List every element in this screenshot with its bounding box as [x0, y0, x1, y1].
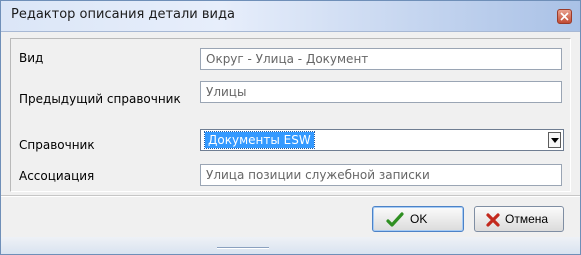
resize-grip[interactable] [217, 247, 269, 248]
editor-window: Редактор описания детали вида Вид Округ … [0, 0, 581, 255]
ref-select-value: Документы ESW [204, 131, 315, 149]
bottom-strip [1, 237, 580, 254]
ref-select[interactable]: Документы ESW [200, 129, 564, 151]
vid-field: Округ - Улица - Документ [200, 48, 562, 70]
prev-ref-field: Улицы [200, 81, 562, 103]
assoc-label: Ассоциация [19, 169, 95, 183]
window-title: Редактор описания детали вида [11, 7, 235, 22]
ref-label: Справочник [19, 138, 95, 152]
vid-label: Вид [19, 51, 44, 65]
close-icon [560, 12, 569, 21]
cancel-button-label: Отмена [505, 212, 549, 226]
x-mark-icon [486, 213, 500, 227]
button-separator [1, 195, 580, 197]
cancel-button[interactable]: Отмена [474, 206, 564, 232]
ref-select-dropdown-button[interactable] [548, 132, 561, 148]
chevron-down-icon [551, 138, 559, 143]
checkmark-icon [386, 212, 404, 227]
assoc-field: Улица позиции служебной записки [200, 164, 562, 186]
ok-button-label: OK [410, 212, 428, 226]
title-bar[interactable]: Редактор описания детали вида [1, 1, 580, 32]
ok-button[interactable]: OK [372, 206, 464, 232]
close-button[interactable] [557, 9, 572, 24]
prev-ref-label: Предыдущий справочник [19, 92, 181, 106]
